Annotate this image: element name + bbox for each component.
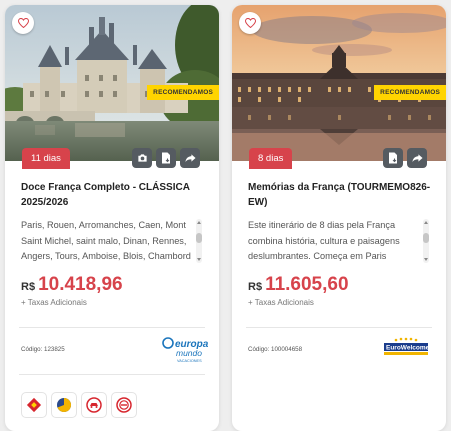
tour-card[interactable]: RECOMENDAMOS 11 dias Doce França Complet… [5,5,219,431]
share-button[interactable] [407,148,427,168]
tour-title[interactable]: Doce França Completo - CLÁSSICA 2025/202… [21,180,207,210]
divider [19,374,205,375]
operator-logo-line3: VACACIONES [177,359,202,363]
tour-code: Código: 100004658 [248,346,303,353]
red-diamond-badge-icon [26,397,42,413]
price-value: 10.418,96 [38,274,123,295]
recommended-ribbon: RECOMENDAMOS [147,85,219,100]
taxes-note: + Taxas Adicionais [21,298,87,307]
card-actions [383,148,427,168]
duration-badge: 11 dias [22,148,70,169]
tour-photo-chambord[interactable] [5,5,219,161]
tour-code: Código: 123825 [21,346,65,353]
price: R$ 11.605,60 [248,274,349,296]
operator-logo-line1: EuroWelcome [386,345,430,352]
tour-card[interactable]: RECOMENDAMOS 8 dias Memórias da França (… [232,5,446,431]
tour-description: Paris, Rouen, Arromanches, Caen, Mont Sa… [21,220,191,261]
price-value: 11.605,60 [265,274,349,295]
document-download-icon [389,152,397,164]
share-button[interactable] [180,148,200,168]
recommended-ribbon: RECOMENDAMOS [374,85,446,100]
taxes-note: + Taxas Adicionais [248,298,314,307]
camera-icon [137,154,147,162]
feature-badge[interactable] [111,392,137,418]
price: R$ 10.418,96 [21,274,123,296]
duration-badge: 8 dias [249,148,293,169]
price-currency: R$ [21,281,36,293]
download-document-button[interactable] [156,148,176,168]
share-icon [411,154,423,163]
favorite-heart-button[interactable] [239,12,261,34]
feature-badge[interactable] [81,392,107,418]
tour-description: Este itinerário de 8 dias pela França co… [248,220,400,261]
card-actions [132,148,200,168]
operator-logo-line2: mundo [176,348,202,358]
divider [246,327,432,328]
tour-photo-bordeaux[interactable] [232,5,446,161]
feature-badges [21,392,137,418]
heart-icon [17,18,29,28]
tour-title[interactable]: Memórias da França (TOURMEMO826-EW) [248,180,434,210]
favorite-heart-button[interactable] [12,12,34,34]
feature-badge[interactable] [21,392,47,418]
share-icon [184,154,196,163]
divider [19,327,205,328]
red-car-badge-icon [86,397,102,413]
feature-badge[interactable] [51,392,77,418]
download-document-button[interactable] [383,148,403,168]
red-circle-seal-badge-icon [116,397,132,413]
description-scrollbar[interactable] [423,219,429,263]
description-scrollbar[interactable] [196,219,202,263]
document-download-icon [162,152,170,164]
price-currency: R$ [248,281,263,293]
photos-button[interactable] [132,148,152,168]
heart-icon [244,18,256,28]
operator-logo-europamundo: europa mundo VACACIONES [162,336,209,369]
yellow-pie-badge-icon [57,397,72,412]
operator-logo-eurowelcome: EuroWelcome [382,337,432,364]
